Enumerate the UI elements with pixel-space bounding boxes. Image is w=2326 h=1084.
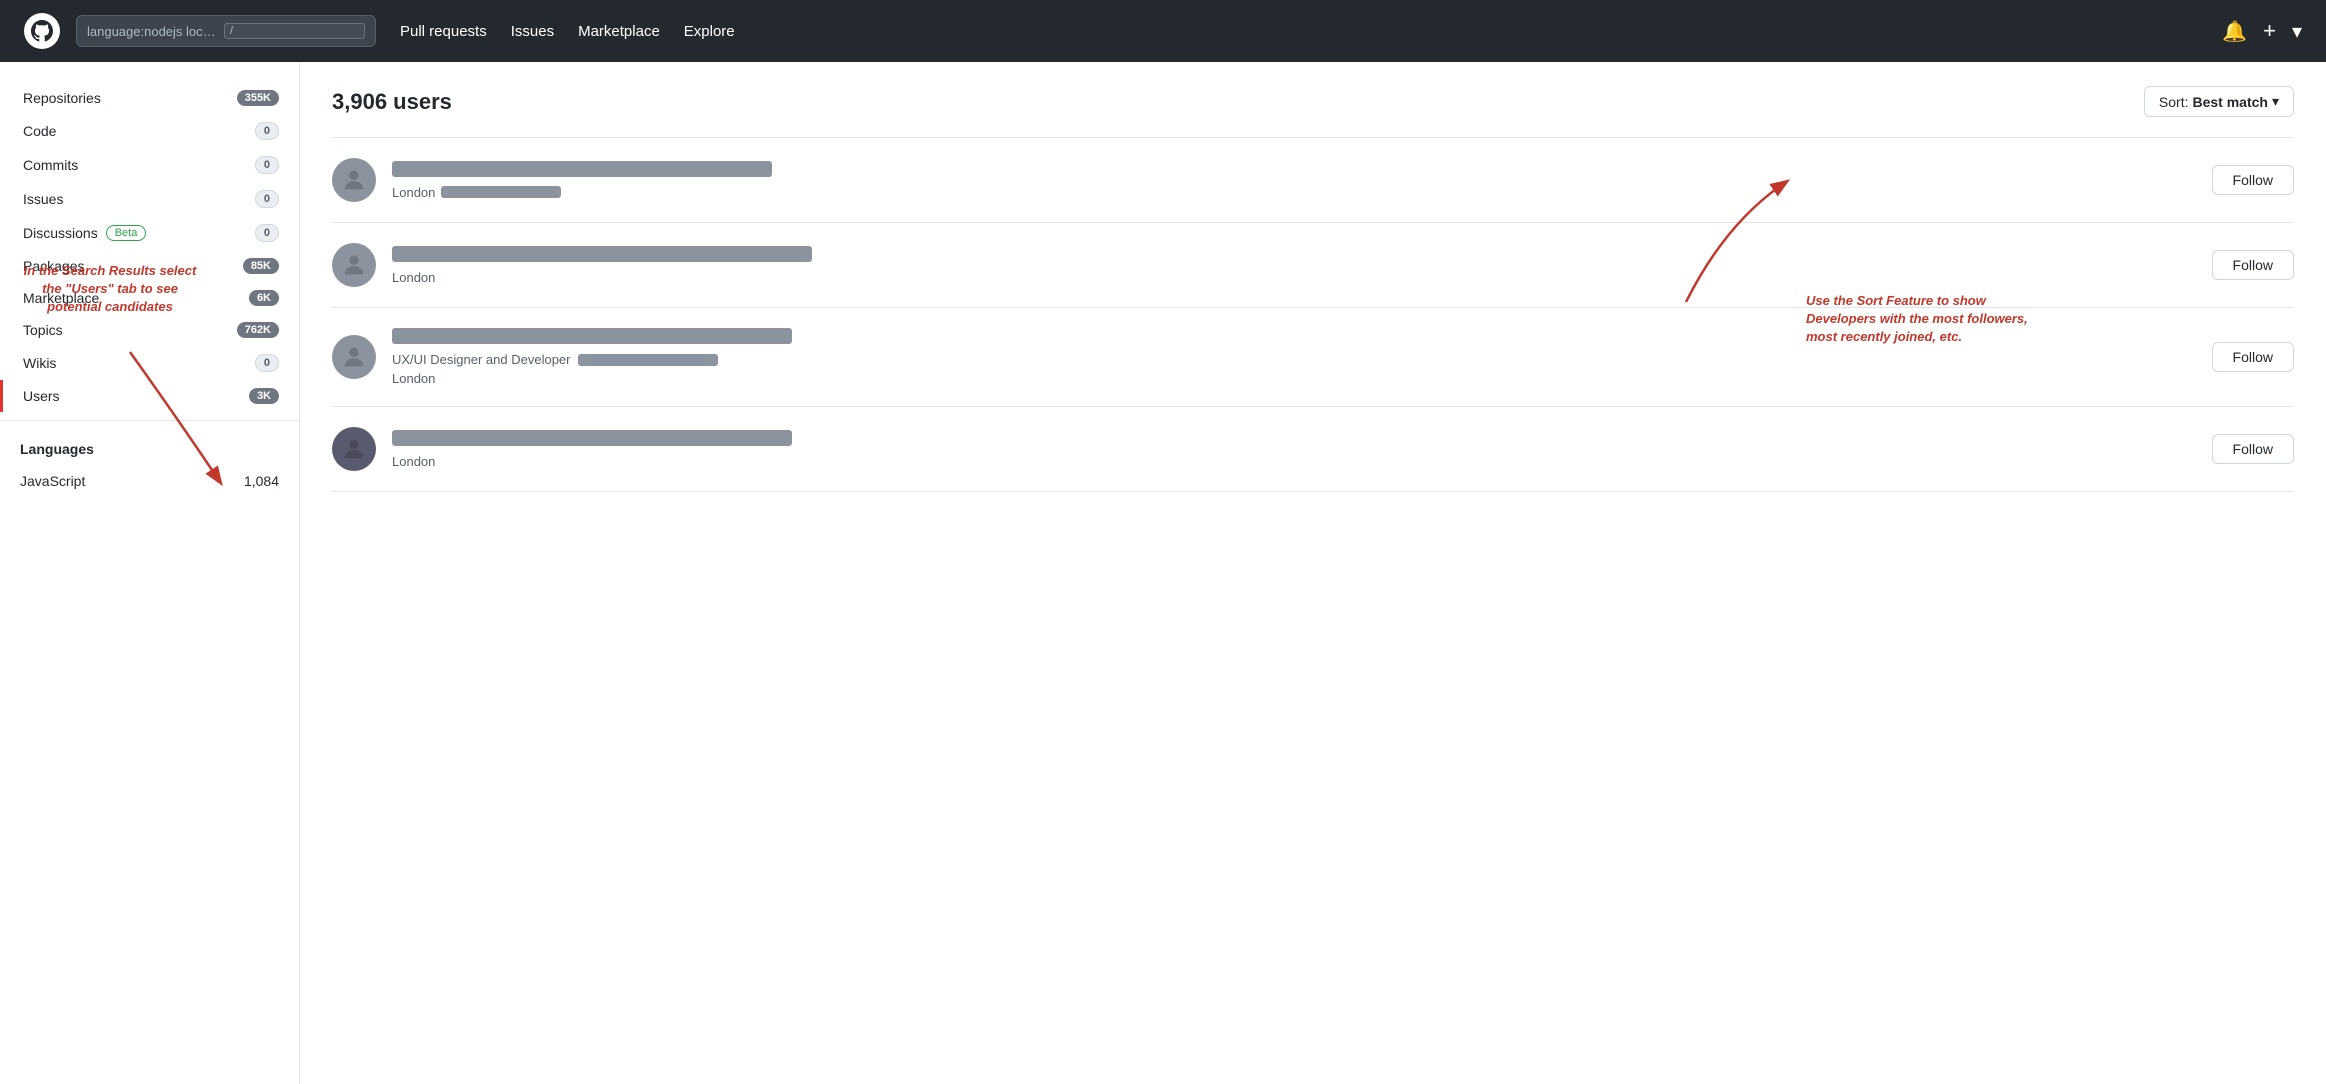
main-content: Use the Sort Feature to show Developers … [300, 62, 2326, 1084]
sidebar-item-topics[interactable]: Topics 762K [0, 314, 299, 346]
user-info: London [392, 246, 2196, 285]
avatar [332, 335, 376, 379]
sidebar-item-packages[interactable]: Packages 85K [0, 250, 299, 282]
search-value: language:nodejs location:london f [87, 24, 216, 39]
table-row: London Follow [332, 407, 2294, 492]
table-row: UX/UI Designer and Developer London Foll… [332, 308, 2294, 407]
search-shortcut: / [224, 23, 365, 39]
languages-title: Languages [20, 441, 279, 457]
github-logo[interactable] [24, 13, 60, 49]
main-layout: In the Search Results select the "Users"… [0, 62, 2326, 1084]
user-name-bar [392, 161, 772, 177]
chevron-down-icon: ▾ [2272, 93, 2279, 110]
content-header: 3,906 users Sort: Best match ▾ [332, 86, 2294, 117]
table-row: London Follow [332, 223, 2294, 308]
user-location: London [392, 270, 2196, 285]
nav-issues[interactable]: Issues [511, 23, 554, 40]
beta-badge: Beta [106, 225, 147, 241]
sidebar-item-users[interactable]: Users 3K [0, 380, 299, 412]
sort-button[interactable]: Sort: Best match ▾ [2144, 86, 2294, 117]
main-header: language:nodejs location:london f / Pull… [0, 0, 2326, 62]
follow-button[interactable]: Follow [2212, 434, 2294, 464]
sidebar-item-issues[interactable]: Issues 0 [0, 182, 299, 216]
sidebar-label-users: Users [23, 388, 60, 404]
badge-packages: 85K [243, 258, 279, 274]
badge-marketplace: 6K [249, 290, 279, 306]
search-bar[interactable]: language:nodejs location:london f / [76, 15, 376, 47]
user-location: London [392, 371, 2196, 386]
badge-wikis: 0 [255, 354, 279, 372]
user-location: London [392, 454, 2196, 469]
sidebar-item-discussions[interactable]: Discussions Beta 0 [0, 216, 299, 250]
follow-button[interactable]: Follow [2212, 165, 2294, 195]
sidebar-label-code: Code [23, 123, 56, 139]
language-item-javascript[interactable]: JavaScript 1,084 [20, 469, 279, 493]
sort-value: Best match [2193, 94, 2268, 110]
avatar [332, 243, 376, 287]
notifications-button[interactable]: 🔔 [2222, 19, 2247, 44]
badge-issues: 0 [255, 190, 279, 208]
follow-button[interactable]: Follow [2212, 250, 2294, 280]
badge-code: 0 [255, 122, 279, 140]
sidebar: Repositories 355K Code 0 Commits 0 Issue… [0, 62, 300, 1084]
sidebar-item-wikis[interactable]: Wikis 0 [0, 346, 299, 380]
table-row: London Follow [332, 138, 2294, 223]
sidebar-item-code[interactable]: Code 0 [0, 114, 299, 148]
badge-topics: 762K [237, 322, 279, 338]
user-sub-bar [578, 354, 718, 366]
nav-explore[interactable]: Explore [684, 23, 735, 40]
user-location: London [392, 185, 2196, 200]
sidebar-item-commits[interactable]: Commits 0 [0, 148, 299, 182]
sidebar-label-issues: Issues [23, 191, 63, 207]
user-name-bar [392, 246, 812, 262]
new-item-button[interactable]: + [2263, 18, 2276, 44]
nav-marketplace[interactable]: Marketplace [578, 23, 660, 40]
language-count: 1,084 [244, 473, 279, 489]
sidebar-label-topics: Topics [23, 322, 63, 338]
badge-users: 3K [249, 388, 279, 404]
user-info: London [392, 430, 2196, 469]
sidebar-label-discussions: Discussions Beta [23, 225, 146, 241]
sidebar-label-commits: Commits [23, 157, 78, 173]
user-name-bar [392, 430, 792, 446]
sidebar-label-wikis: Wikis [23, 355, 56, 371]
user-menu-button[interactable]: ▾ [2292, 19, 2302, 44]
sidebar-item-repositories[interactable]: Repositories 355K [0, 82, 299, 114]
sidebar-label-repositories: Repositories [23, 90, 101, 106]
user-list: London Follow London Follow [332, 137, 2294, 492]
sort-label: Sort: [2159, 94, 2189, 110]
avatar [332, 158, 376, 202]
user-bio: UX/UI Designer and Developer [392, 352, 2196, 367]
sidebar-filter-section: Repositories 355K Code 0 Commits 0 Issue… [0, 82, 299, 412]
badge-repositories: 355K [237, 90, 279, 106]
user-name-bar [392, 328, 792, 344]
languages-section: Languages JavaScript 1,084 [0, 420, 299, 513]
header-actions: 🔔 + ▾ [2222, 18, 2302, 44]
sidebar-label-packages: Packages [23, 258, 84, 274]
user-sub-bar [441, 186, 561, 198]
language-name: JavaScript [20, 473, 85, 489]
nav-pull-requests[interactable]: Pull requests [400, 23, 487, 40]
results-count: 3,906 users [332, 89, 452, 115]
user-info: UX/UI Designer and Developer London [392, 328, 2196, 386]
badge-discussions: 0 [255, 224, 279, 242]
sidebar-item-marketplace[interactable]: Marketplace 6K [0, 282, 299, 314]
sidebar-label-marketplace: Marketplace [23, 290, 99, 306]
avatar [332, 427, 376, 471]
badge-commits: 0 [255, 156, 279, 174]
follow-button[interactable]: Follow [2212, 342, 2294, 372]
user-info: London [392, 161, 2196, 200]
header-nav: Pull requests Issues Marketplace Explore [400, 23, 735, 40]
